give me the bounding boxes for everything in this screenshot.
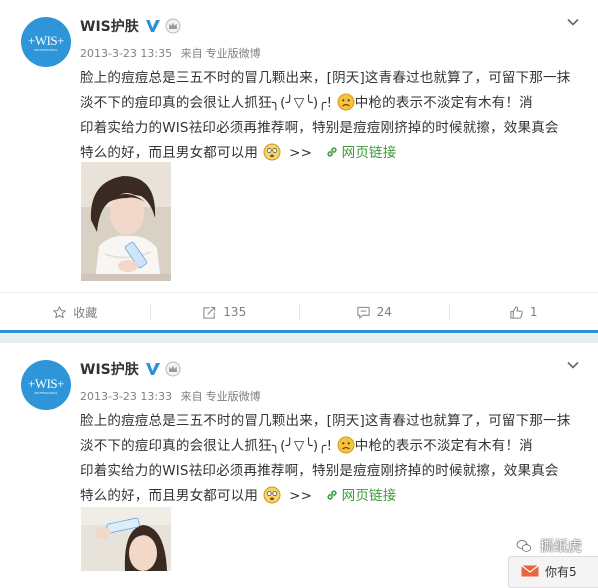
post-text-line: 淡不下的痘印真的会很让人抓狂╮(╯▽╰)╭! 中枪的表示不淡定有木有！消	[80, 434, 586, 459]
post-text-line: 特么的好，而且男女都可以用 >> 网页链接	[80, 484, 586, 509]
post-image[interactable]	[81, 507, 171, 571]
post-image[interactable]	[81, 162, 171, 281]
wechat-icon	[516, 538, 532, 554]
post-separator	[0, 332, 598, 343]
sad-face-emoji-icon	[337, 93, 355, 111]
comment-icon	[356, 305, 371, 320]
post-meta: 2013-3-23 13:35 来自专业版微博	[80, 45, 261, 61]
author-row: WIS护肤	[80, 359, 181, 379]
chevron-down-icon[interactable]	[566, 14, 580, 28]
weibo-post: +WIS+ PROFESSIONAL WIS护肤 2013-3-23 13:35…	[0, 0, 598, 332]
sad-face-emoji-icon	[337, 436, 355, 454]
link-icon	[325, 486, 339, 500]
avatar-logo-text: +WIS+	[21, 377, 71, 391]
avatar-sub-text: PROFESSIONAL	[21, 391, 71, 395]
web-link-label: 网页链接	[342, 488, 397, 504]
weibo-post: +WIS+ PROFESSIONAL WIS护肤 2013-3-23 13:33…	[0, 343, 598, 571]
source-prefix: 来自	[181, 47, 203, 60]
like-button[interactable]: 1	[449, 293, 598, 331]
post-text-segment: 中枪的表示不淡定有木有！消	[355, 95, 533, 111]
comment-count: 24	[377, 305, 392, 319]
web-link[interactable]: 网页链接	[325, 488, 397, 504]
repost-icon	[202, 305, 217, 320]
post-source[interactable]: 专业版微博	[206, 390, 261, 403]
link-icon	[325, 143, 339, 157]
envelope-icon	[521, 565, 539, 577]
repost-count: 135	[223, 305, 246, 319]
action-bar: 收藏 135 24 1	[0, 292, 598, 331]
chevron-down-icon[interactable]	[566, 357, 580, 371]
post-text-line: 脸上的痘痘总是三五不时的冒几颗出来，[阴天]这青春过也就算了，可留下那一抹	[80, 66, 586, 91]
post-text-line: 淡不下的痘印真的会很让人抓狂╮(╯▽╰)╭! 中枪的表示不淡定有木有！消	[80, 91, 586, 116]
post-text: 脸上的痘痘总是三五不时的冒几颗出来，[阴天]这青春过也就算了，可留下那一抹 淡不…	[80, 66, 586, 166]
dizzy-face-emoji-icon	[263, 143, 281, 161]
favorite-label: 收藏	[73, 304, 97, 321]
post-text-segment: 淡不下的痘印真的会很让人抓狂╮(╯▽╰)╭!	[80, 95, 332, 111]
web-link-label: 网页链接	[342, 145, 397, 161]
post-text-segment: 淡不下的痘印真的会很让人抓狂╮(╯▽╰)╭!	[80, 438, 332, 454]
avatar[interactable]: +WIS+ PROFESSIONAL	[21, 360, 71, 410]
post-meta: 2013-3-23 13:33 来自专业版微博	[80, 388, 261, 404]
comment-button[interactable]: 24	[299, 293, 449, 331]
dizzy-face-emoji-icon	[263, 486, 281, 504]
notification-text: 你有5	[545, 563, 577, 580]
author-name[interactable]: WIS护肤	[80, 16, 139, 36]
author-name[interactable]: WIS护肤	[80, 359, 139, 379]
post-source[interactable]: 专业版微博	[206, 47, 261, 60]
post-text-line: 印着实给力的WIS祛印必须再推荐啊，特别是痘痘刚挤掉的时候就擦，效果真会	[80, 116, 586, 141]
star-icon	[52, 305, 67, 320]
avatar[interactable]: +WIS+ PROFESSIONAL	[21, 17, 71, 67]
crown-icon	[165, 18, 181, 34]
verified-icon	[145, 361, 161, 377]
more-arrows[interactable]: >>	[289, 145, 312, 161]
source-prefix: 来自	[181, 390, 203, 403]
post-text-segment: 特么的好，而且男女都可以用	[80, 488, 258, 504]
watermark: 撕纸虎	[516, 536, 582, 556]
avatar-logo-text: +WIS+	[21, 34, 71, 48]
thumbs-up-icon	[509, 305, 524, 320]
more-arrows[interactable]: >>	[289, 488, 312, 504]
post-date[interactable]: 2013-3-23 13:33	[80, 390, 172, 403]
web-link[interactable]: 网页链接	[325, 145, 397, 161]
post-text: 脸上的痘痘总是三五不时的冒几颗出来，[阴天]这青春过也就算了，可留下那一抹 淡不…	[80, 409, 586, 509]
repost-button[interactable]: 135	[150, 293, 300, 331]
post-text-segment: 中枪的表示不淡定有木有！消	[355, 438, 533, 454]
post-text-line: 脸上的痘痘总是三五不时的冒几颗出来，[阴天]这青春过也就算了，可留下那一抹	[80, 409, 586, 434]
avatar-sub-text: PROFESSIONAL	[21, 48, 71, 52]
post-date[interactable]: 2013-3-23 13:35	[80, 47, 172, 60]
favorite-button[interactable]: 收藏	[0, 293, 150, 331]
like-count: 1	[530, 305, 538, 319]
accent-divider	[0, 330, 598, 333]
post-text-segment: 特么的好，而且男女都可以用	[80, 145, 258, 161]
notification-popup[interactable]: 你有5	[508, 556, 598, 588]
crown-icon	[165, 361, 181, 377]
author-row: WIS护肤	[80, 16, 181, 36]
post-text-line: 印着实给力的WIS祛印必须再推荐啊，特别是痘痘刚挤掉的时候就擦，效果真会	[80, 459, 586, 484]
verified-icon	[145, 18, 161, 34]
watermark-text: 撕纸虎	[540, 536, 582, 556]
